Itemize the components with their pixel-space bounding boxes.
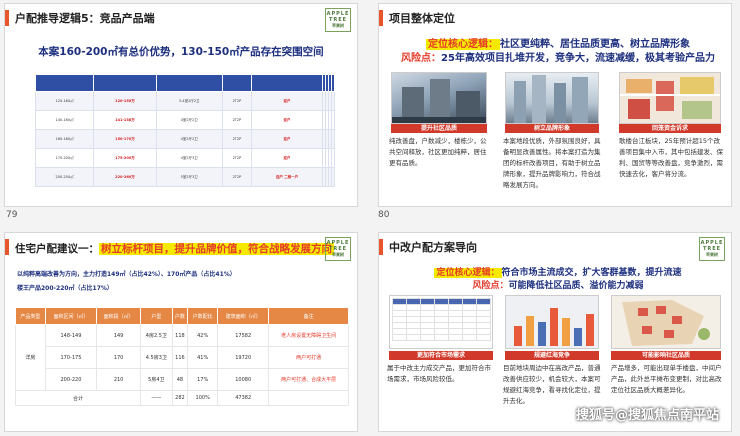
card-caption: 回笼资金诉求 <box>619 124 721 133</box>
card-caption: 提升社区品质 <box>391 124 487 133</box>
title-accent-bar <box>5 239 9 255</box>
slide-mid-upgrade-plan[interactable]: 中改户配方案导向 APPLE TREE 苹果树 定位核心逻辑： 符合市场主流成交，扩大… <box>378 232 732 432</box>
table-header-row: 产品类型 面积区间（㎡） 面积段（㎡） 户型 户数 户数配比 建筑面积（㎡） 备注 <box>15 307 349 325</box>
table-row: 160-180㎡ 150-170万 4室2厅2卫 2T2P 迎户 <box>34 129 336 149</box>
slide-title: 住宅户配建议一： 树立标杆项目，提升品牌价值，符合战略发展方向 <box>15 243 334 255</box>
card-caption: 更加符合市场需求 <box>389 351 493 360</box>
title-accent-bar <box>379 239 383 255</box>
card-text: 歌楼台江板块，25年预计超15个改善项目集中入市，其中包括建发、保利、国贸等等改… <box>619 137 723 178</box>
community-photo <box>391 72 487 124</box>
table-row: 140-160㎡ 141-158万 4室2厅2卫 2T2P 迎户 <box>34 110 336 130</box>
card-text: 产品增多，可能出现单手楼盘，中间户产品，此外总平摊布变更制，对比高改定位社区品质… <box>611 364 722 394</box>
tower-photo <box>505 72 599 124</box>
competition-chart-image <box>505 295 599 349</box>
page-number: 79 <box>6 210 18 220</box>
slide-title: 中改户配方案导向 <box>389 241 477 254</box>
core-logic: 定位核心逻辑： 符合市场主流成交，扩大客群基数，提升流速 风险点：可能降低社区品质… <box>434 268 682 291</box>
market-data-table-image <box>389 295 493 349</box>
slide-competitor-products[interactable]: 户配推导逻辑5：竞品产品端 APPLE TREE 苹果树 本案160-200㎡有总价… <box>4 3 358 207</box>
apple-tree-logo: APPLE TREE 苹果树 <box>325 237 351 261</box>
slide-headline: 本案160-200㎡有总价优势，130-150㎡产品存在突围空间 <box>38 46 324 58</box>
site-plan-image <box>611 295 721 349</box>
core-logic: 定位核心逻辑： 社区更纯粹、居住品质更高、树立品牌形象 风险点：25年高效项目扎堆… <box>401 39 715 64</box>
title-accent-bar <box>379 10 383 26</box>
site-map-image <box>619 72 721 124</box>
table-row: 170-175 170 4.5房3卫 116 41% 19720 两户可打通 <box>16 346 349 369</box>
info-line: 以纯粹高端改善为方向，主力打造149㎡（占比42%）、170㎡产品（占比41%） <box>17 271 236 278</box>
card-caption: 树立品牌形象 <box>505 124 599 133</box>
slide-unit-mix-proposal-one[interactable]: 住宅户配建议一： 树立标杆项目，提升品牌价值，符合战略发展方向 APPLE TREE… <box>4 232 358 432</box>
card-text: 纯改善盘，户数减少，楼栋少，公共空间释放，社区更加纯粹，居住更有品质。 <box>389 137 487 167</box>
title-accent-bar <box>5 10 9 26</box>
table-row: 200-250㎡ 220-260万 5室2厅3卫 2T2P 迎户 二梯一户 <box>34 167 336 187</box>
table-total-row: 合计 —— 282 100% 47382 <box>14 390 349 406</box>
table-row: 200-220 210 5房4卫 48 17% 10080 两户可打通、合成大平层 <box>16 368 349 391</box>
card-caption: 可能影响社区品质 <box>611 351 721 360</box>
slide-title: 项目整体定位 <box>389 12 455 25</box>
table-header-row <box>34 74 336 92</box>
slide-project-positioning[interactable]: 项目整体定位 定位核心逻辑： 社区更纯粹、居住品质更高、树立品牌形象 风险点：25… <box>378 3 732 207</box>
apple-tree-logo: APPLE TREE 苹果树 <box>325 8 351 32</box>
table-row: 170-200㎡ 175-200万 4室2厅3卫 2T2P 迎户 <box>34 148 336 168</box>
card-text: 目前地块周边中在高改产品，普通改善供应较少，机会较大，本案可规避红海竞争，看寻找… <box>503 364 601 405</box>
info-line: 楼王产品200-220㎡（占比17%） <box>17 285 113 292</box>
sohu-watermark: 搜狐号@搜狐焦点南平站 <box>575 408 719 423</box>
page-number: 80 <box>378 210 390 220</box>
card-text: 本案地段优质，外部氛围良好，具备明显改善属性。将本案打造为集团的标杆改善项目，有… <box>503 137 601 189</box>
slide-title: 户配推导逻辑5：竞品产品端 <box>15 12 155 25</box>
apple-tree-logo: APPLE TREE 苹果树 <box>699 237 725 261</box>
card-caption: 规避红海竞争 <box>505 351 599 360</box>
table-row: 洋房 148-149 149 4房2.5卫 118 42% 17582 老人房设置无障碍卫生… <box>15 324 349 391</box>
card-text: 属于中改主力成交产品，更加符合市场需求，市场风险较低。 <box>387 364 491 383</box>
competitor-table: 120-160㎡ 120-150万 3-4室2厅2卫 2T2P 迎户 140-160㎡ 1… <box>34 74 336 187</box>
table-row: 120-160㎡ 120-150万 3-4室2厅2卫 2T2P 迎户 <box>34 91 336 111</box>
unit-mix-table: 产品类型 面积区间（㎡） 面积段（㎡） 户型 户数 户数配比 建筑面积（㎡） 备注 洋房 14… <box>14 307 349 406</box>
